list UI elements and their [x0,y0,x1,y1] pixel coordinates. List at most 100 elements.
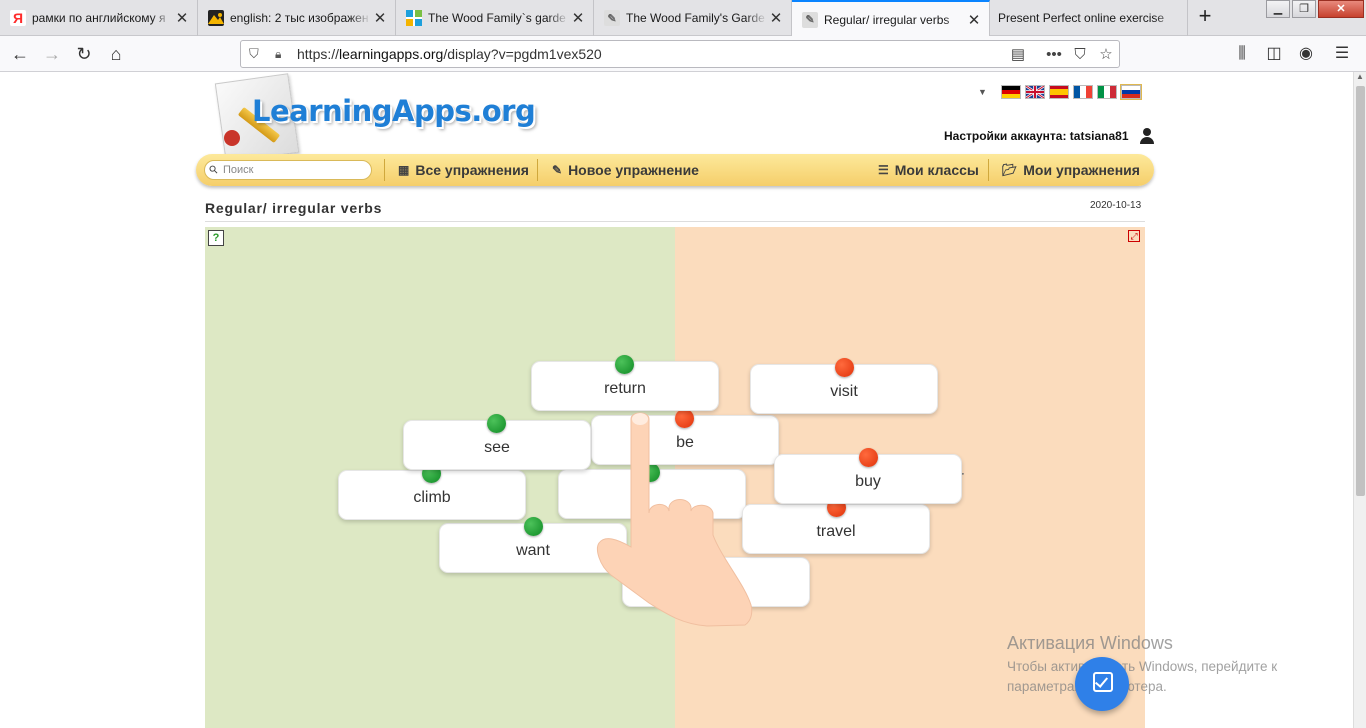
account-settings[interactable]: Настройки аккаунта: tatsiana81 [944,128,1155,144]
learningapps-icon: ✎ [604,10,620,26]
url-text[interactable]: https://learningapps.org/display?v=pgdm1… [297,46,1005,62]
url-path: /display?v=pgdm1vex520 [443,46,602,62]
minimize-icon[interactable]: ▁ [1266,0,1290,18]
pencil-icon: ✎ [552,163,563,177]
main-menu: Поиск ▦ Все упражнения ✎ Новое упражнени… [196,154,1154,186]
help-icon[interactable]: ? [208,230,224,246]
flag-de-icon[interactable] [1000,85,1021,99]
fullscreen-icon[interactable]: ⤢ [1128,230,1140,242]
tab-strip: Я рамки по английскому я ✕ english: 2 ты… [0,0,1366,37]
verb-card-label: travel [816,523,856,540]
scroll-up-icon[interactable]: ▲ [1354,72,1366,84]
address-bar[interactable]: ⛉ 🔒︎ https://learningapps.org/display?v=… [240,40,1120,68]
green-pin-icon [615,355,634,374]
sidebar-icon[interactable]: ◫ [1258,41,1290,67]
logo-text: LearningApps.org [252,94,536,128]
red-pin-icon [835,358,854,377]
tab-0[interactable]: Я рамки по английскому я ✕ [0,0,198,36]
page-title: Regular/ irregular verbs [205,200,383,216]
flag-es-icon[interactable] [1048,85,1069,99]
close-window-icon[interactable]: ✕ [1318,0,1364,18]
menu-new-exercise[interactable]: ✎ Новое упражнение [552,154,699,186]
list-icon: ☰ [878,163,889,177]
menu-my-exercises-label: Мои упражнения [1023,162,1140,178]
check-answers-button[interactable] [1075,657,1129,711]
tab-1[interactable]: english: 2 тыс изображен ✕ [198,0,396,36]
learningapps-grid-icon [406,10,422,26]
url-prefix: https:// [297,46,340,62]
window-controls: ▁ ❐ ✕ [1264,0,1364,20]
back-icon[interactable]: ← [6,41,34,67]
green-pin-icon [487,414,506,433]
title-divider [205,221,1145,222]
scrollbar-thumb[interactable] [1356,86,1365,496]
close-tab-icon[interactable]: ✕ [173,9,191,27]
maximize-icon[interactable]: ❐ [1292,0,1316,18]
vertical-scrollbar[interactable]: ▲ [1353,72,1366,728]
verb-card-label: see [484,439,510,456]
logo-apple-graphic [224,130,240,146]
tab-title: рамки по английскому я [32,11,166,25]
reload-icon[interactable]: ↻ [70,41,98,67]
language-dropdown-icon[interactable]: ▼ [978,87,987,97]
close-tab-icon[interactable]: ✕ [569,9,587,27]
menu-my-classes-label: Мои классы [894,162,979,178]
verb-card-label: climb [413,489,451,506]
tab-5[interactable]: Present Perfect online exercise [990,0,1188,36]
watermark-title: Активация Windows [1007,633,1173,653]
verb-card-label: visit [830,383,858,400]
lock-icon[interactable]: 🔒︎ [275,47,289,62]
user-icon[interactable] [1139,128,1155,144]
red-pin-icon [859,448,878,467]
learningapps-icon: ✎ [802,11,818,28]
verb-card-label: buy [855,473,881,490]
search-input[interactable]: Поиск [204,160,372,180]
menu-divider [988,159,989,181]
yandex-icon: Я [10,10,26,26]
reader-view-icon[interactable]: ▤ [1005,45,1031,63]
site-logo[interactable]: LearningApps.org [212,73,536,163]
close-tab-icon[interactable]: ✕ [371,9,389,27]
grid-icon: ▦ [398,163,410,177]
tab-4-active[interactable]: ✎ Regular/ irregular verbs ✕ [792,0,990,37]
watermark-line2: параметрам компьютера. [1007,679,1167,694]
close-tab-icon[interactable]: ✕ [767,9,785,27]
library-icon[interactable]: ⫼ [1226,41,1258,67]
account-icon[interactable]: ◉ [1290,41,1322,67]
flag-it-icon[interactable] [1096,85,1117,99]
shield-icon[interactable]: ⛉ [249,46,267,62]
new-tab-button[interactable]: + [1192,4,1218,30]
flag-fr-icon[interactable] [1072,85,1093,99]
pointing-hand-icon [597,412,753,627]
url-host: learningapps.org [339,46,444,62]
verb-card-label: want [516,542,550,559]
tab-title: Present Perfect online exercise [998,11,1165,25]
exercise-app: ? ⤢ r want climb travel be see buy retur… [205,227,1145,728]
flag-ru-icon[interactable] [1119,84,1142,100]
tab-2[interactable]: The Wood Family`s garde ✕ [396,0,594,36]
menu-all-exercises[interactable]: ▦ Все упражнения [398,154,529,186]
home-icon[interactable]: ⌂ [102,41,130,67]
menu-all-exercises-label: Все упражнения [415,162,529,178]
windows-activation-watermark: Активация Windows Чтобы активировать Win… [1007,633,1277,697]
language-selector: ▼ [978,84,1142,100]
forward-icon[interactable]: → [38,41,66,67]
page-date: 2020-10-13 [1090,200,1142,211]
navigation-toolbar: ← → ↻ ⌂ ⛉ 🔒︎ https://learningapps.org/di… [0,36,1366,72]
page-actions-icon[interactable]: ••• [1041,46,1067,63]
tab-3[interactable]: ✎ The Wood Family's Garde ✕ [594,0,792,36]
green-pin-icon [524,517,543,536]
tab-title: The Wood Family's Garde [626,11,765,25]
account-settings-label[interactable]: Настройки аккаунта: tatsiana81 [944,129,1129,143]
menu-my-exercises[interactable]: 📂︎ Мои упражнения [1002,154,1140,186]
tab-title: Regular/ irregular verbs [824,12,950,27]
close-tab-icon[interactable]: ✕ [965,11,983,29]
pocket-icon[interactable]: ⛉ [1067,46,1093,63]
menu-divider [537,159,538,181]
verb-card-label: return [604,380,646,397]
menu-icon[interactable]: ☰ [1326,41,1358,67]
menu-my-classes[interactable]: ☰ Мои классы [878,154,979,186]
flag-en-icon[interactable] [1024,85,1045,99]
menu-divider [384,159,385,181]
bookmark-star-icon[interactable]: ☆ [1093,45,1119,63]
